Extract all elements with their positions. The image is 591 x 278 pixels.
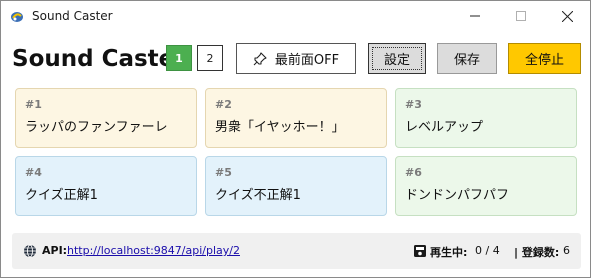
globe-icon: [23, 244, 37, 258]
close-icon: [561, 10, 573, 22]
window-title: Sound Caster: [32, 9, 113, 23]
sound-card-5[interactable]: #5 クイズ不正解1: [205, 156, 387, 216]
registered-label: | 登録数:: [514, 246, 560, 259]
sound-number: #2: [215, 98, 232, 111]
always-on-top-button[interactable]: 最前面OFF: [236, 43, 356, 74]
maximize-button[interactable]: [498, 1, 544, 31]
registered-count: 6: [563, 244, 570, 257]
sound-number: #1: [25, 98, 42, 111]
close-button[interactable]: [544, 1, 590, 31]
sound-number: #6: [405, 166, 422, 179]
playing-label: 再生中:: [430, 246, 468, 259]
sound-card-1[interactable]: #1 ラッパのファンファーレ: [15, 88, 197, 148]
api-url-link[interactable]: http://localhost:9847/api/play/2: [67, 244, 240, 257]
sound-number: #4: [25, 166, 42, 179]
sound-card-4[interactable]: #4 クイズ正解1: [15, 156, 197, 216]
app-heading: Sound Caster: [12, 46, 186, 72]
minimize-icon: [470, 15, 480, 17]
sound-label: クイズ正解1: [25, 188, 98, 203]
save-button[interactable]: 保存: [437, 43, 497, 74]
status-bar: API: http://localhost:9847/api/play/2 再生…: [12, 233, 581, 269]
sound-number: #5: [215, 166, 232, 179]
sound-label: ドンドンパフパフ: [405, 188, 510, 203]
page-2-button[interactable]: 2: [197, 45, 223, 71]
maximize-icon: [516, 11, 526, 21]
sound-card-6[interactable]: #6 ドンドンパフパフ: [395, 156, 577, 216]
speaker-icon: [413, 244, 427, 258]
stop-all-button[interactable]: 全停止: [508, 43, 581, 74]
sound-number: #3: [405, 98, 422, 111]
always-on-top-label: 最前面OFF: [274, 53, 340, 68]
app-window: Sound Caster Sound Caster 1 2 最前面OFF 設定 …: [0, 0, 591, 278]
sound-label: クイズ不正解1: [215, 188, 301, 203]
focus-outline: [372, 47, 422, 70]
sound-label: 男衆「イヤッホー！」: [215, 120, 345, 135]
settings-button[interactable]: 設定: [368, 43, 426, 74]
sound-card-2[interactable]: #2 男衆「イヤッホー！」: [205, 88, 387, 148]
app-icon: [10, 9, 24, 23]
title-bar[interactable]: Sound Caster: [1, 1, 590, 31]
page-1-button[interactable]: 1: [166, 45, 192, 71]
playing-count: 0 / 4: [475, 244, 500, 257]
sound-label: レベルアップ: [405, 120, 484, 135]
api-label: API:: [42, 244, 68, 257]
sound-label: ラッパのファンファーレ: [25, 120, 168, 135]
sound-card-3[interactable]: #3 レベルアップ: [395, 88, 577, 148]
minimize-button[interactable]: [452, 1, 498, 31]
pin-icon: [253, 51, 267, 66]
